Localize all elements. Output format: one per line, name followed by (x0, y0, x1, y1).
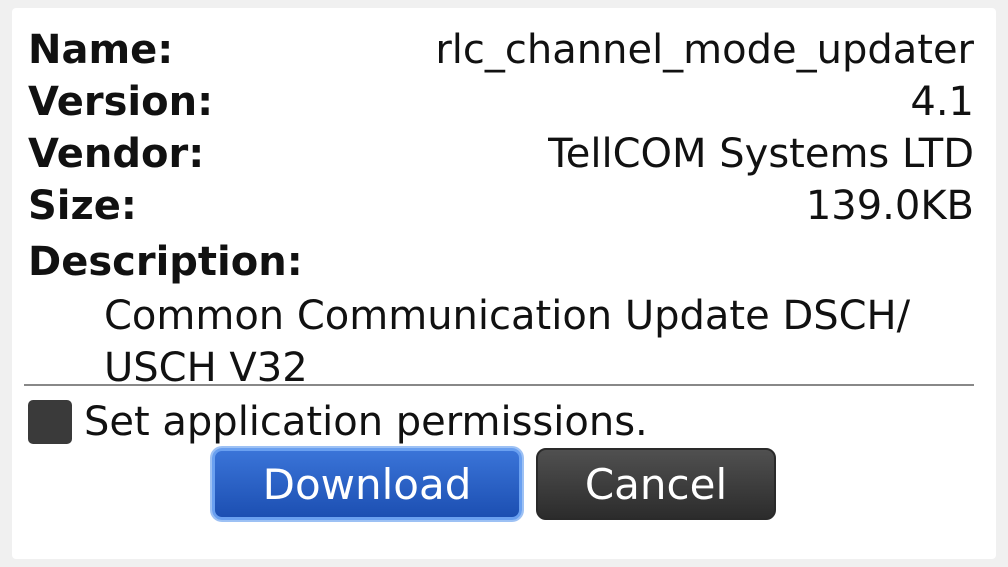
description-line-1: Common Communication Update DSCH/ (104, 293, 911, 339)
cancel-button[interactable]: Cancel (536, 448, 776, 520)
version-row: Version: 4.1 (28, 76, 974, 128)
vendor-row: Vendor: TellCOM Systems LTD (28, 128, 974, 180)
permissions-checkbox-row[interactable]: Set application permissions. (28, 396, 648, 448)
version-label: Version: (28, 79, 214, 125)
description-label: Description: (28, 239, 303, 285)
version-value: 4.1 (910, 79, 974, 125)
download-button[interactable]: Download (212, 448, 522, 520)
vendor-value: TellCOM Systems LTD (548, 131, 974, 177)
name-value: rlc_channel_mode_updater (435, 27, 974, 73)
divider (24, 384, 974, 386)
download-details-panel: Name: rlc_channel_mode_updater Version: … (12, 8, 996, 559)
name-row: Name: rlc_channel_mode_updater (28, 24, 974, 76)
description-text: Common Communication Update DSCH/ USCH V… (104, 290, 964, 394)
permissions-checkbox[interactable] (28, 400, 72, 444)
size-row: Size: 139.0KB (28, 180, 974, 232)
size-label: Size: (28, 183, 137, 229)
vendor-label: Vendor: (28, 131, 205, 177)
name-label: Name: (28, 27, 174, 73)
size-value: 139.0KB (805, 183, 974, 229)
permissions-label[interactable]: Set application permissions. (84, 396, 648, 448)
description-line-2: USCH V32 (104, 345, 308, 391)
